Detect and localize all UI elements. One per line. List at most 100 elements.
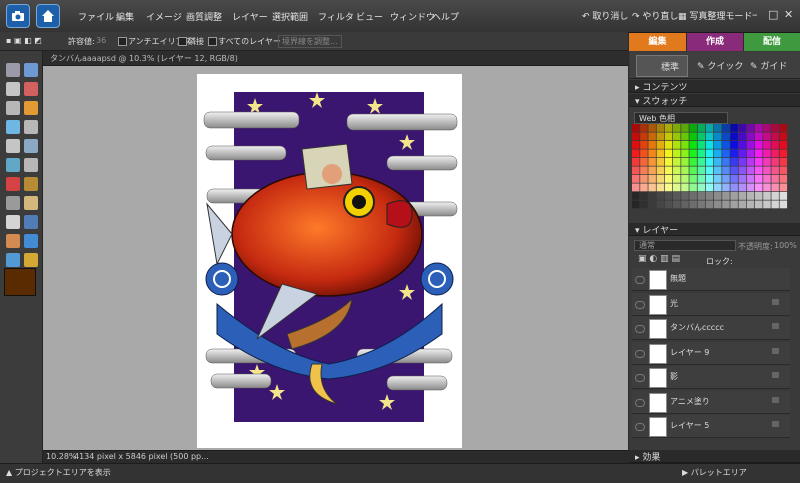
layer-tools-icons[interactable]: ▣ ◐ ▥ ▤	[638, 254, 680, 264]
menu-item-2[interactable]: イメージ	[146, 10, 182, 23]
zoom-level[interactable]: 10.28%	[46, 452, 77, 461]
menu-item-7[interactable]: ビュー	[356, 10, 383, 23]
brush-tool-icon[interactable]	[6, 215, 20, 229]
swatch-cell	[714, 192, 722, 200]
blend-mode-select[interactable]: 通常	[634, 240, 736, 251]
swatches-panel-header[interactable]: ▾ スウォッチ	[629, 94, 800, 107]
swatch-cell	[755, 158, 763, 166]
visibility-eye-icon[interactable]	[635, 325, 645, 333]
visibility-eye-icon[interactable]	[635, 374, 645, 382]
palette-bin-toggle[interactable]: ▶ パレットエリア	[682, 467, 747, 478]
spot-healing-tool-icon[interactable]	[24, 177, 38, 191]
layer-row[interactable]: レイヤー 5	[632, 415, 790, 438]
layer-thumbnail	[649, 319, 667, 339]
home-icon[interactable]	[36, 4, 60, 28]
swatch-cell	[673, 149, 681, 158]
layers-panel-header[interactable]: ▾ レイヤー	[629, 223, 800, 236]
swatch-cell	[664, 183, 673, 192]
swatch-cell	[771, 132, 779, 141]
layer-row[interactable]: タンバんccccc	[632, 317, 790, 340]
layer-thumbnail	[649, 392, 667, 413]
layer-row[interactable]: 光	[632, 292, 790, 316]
hand-tool-icon[interactable]	[6, 82, 20, 96]
menu-item-4[interactable]: レイヤー	[232, 10, 268, 23]
swatch-cell	[648, 158, 656, 166]
effects-panel-header[interactable]: ▸ 効果	[629, 450, 800, 463]
swatch-set-select[interactable]: Web 色相	[634, 112, 728, 124]
menu-item-1[interactable]: 編集	[116, 10, 134, 23]
red-eye-tool-icon[interactable]	[6, 177, 20, 191]
document-info[interactable]: 4134 pixel x 5846 pixel (500 pp...	[74, 452, 209, 461]
swatch-cell	[714, 141, 722, 149]
mode-guided-button[interactable]: ✎ ガイド	[750, 59, 787, 72]
layer-name: 無題	[670, 274, 686, 283]
zoom-tool-icon[interactable]	[24, 63, 38, 77]
sponge-tool-icon[interactable]	[24, 253, 38, 267]
swatch-cell	[738, 158, 747, 166]
cookie-cutter-tool-icon[interactable]	[6, 158, 20, 172]
undo-button[interactable]: ↶ 取り消し	[582, 9, 628, 22]
visibility-eye-icon[interactable]	[635, 398, 645, 407]
visibility-eye-icon[interactable]	[635, 423, 645, 431]
swatch-cell	[722, 158, 730, 166]
tab-create[interactable]: 作成	[687, 33, 743, 51]
menu-item-8[interactable]: ウィンドウ	[390, 10, 435, 23]
marquee-tool-icon[interactable]	[6, 101, 20, 115]
visibility-eye-icon[interactable]	[635, 349, 645, 358]
visibility-eye-icon[interactable]	[635, 300, 645, 309]
swatch-grid[interactable]	[632, 124, 790, 210]
swatch-cell	[779, 183, 788, 192]
layer-thumbnail	[649, 343, 667, 364]
text-tool-icon[interactable]	[6, 139, 20, 153]
opacity-value[interactable]: 100%	[774, 241, 797, 250]
tolerance-value[interactable]: 36	[96, 36, 106, 45]
antialias-checkbox[interactable]	[118, 37, 127, 46]
artboard[interactable]	[197, 74, 462, 448]
swatch-cell	[705, 166, 714, 175]
menu-item-6[interactable]: フィルタ	[318, 10, 354, 23]
layer-row[interactable]: 影	[632, 366, 790, 389]
eraser-tool-icon[interactable]	[24, 196, 38, 210]
magic-wand-tool-icon[interactable]	[6, 120, 20, 134]
crop-tool-icon[interactable]	[24, 120, 38, 134]
recompose-tool-icon[interactable]	[24, 158, 38, 172]
lock-icon	[772, 347, 779, 354]
visibility-eye-icon[interactable]	[635, 276, 645, 284]
clone-stamp-tool-icon[interactable]	[6, 196, 20, 210]
paint-bucket-tool-icon[interactable]	[24, 215, 38, 229]
all-layers-checkbox[interactable]	[208, 37, 217, 46]
maximize-button[interactable]: □	[768, 8, 778, 21]
menu-item-3[interactable]: 画質調整	[186, 10, 222, 23]
contiguous-checkbox[interactable]	[178, 37, 187, 46]
straighten-tool-icon[interactable]	[24, 139, 38, 153]
swatch-cell	[648, 183, 656, 192]
lasso-tool-icon[interactable]	[24, 101, 38, 115]
minimize-button[interactable]: –	[752, 8, 758, 21]
tolerance-label: 許容値:	[68, 37, 95, 46]
eyedropper-tool-icon[interactable]	[24, 82, 38, 96]
blur-tool-icon[interactable]	[6, 253, 20, 267]
swatch-cell	[697, 192, 706, 200]
organizer-button[interactable]: ▦ 写真整理モード	[678, 9, 752, 22]
layer-row[interactable]: 無題	[632, 268, 790, 291]
selection-mode-icons[interactable]: ▪ ▣ ◧ ◩	[6, 36, 42, 45]
project-bin-toggle[interactable]: ▲ プロジェクトエリアを表示	[6, 467, 111, 478]
shape-tool-icon[interactable]	[24, 234, 38, 248]
layer-row[interactable]: アニメ塗り	[632, 390, 790, 414]
foreground-color-swatch[interactable]	[4, 268, 36, 296]
refine-edge-button[interactable]: 境界線を調整...	[278, 35, 342, 48]
camera-app-icon[interactable]	[6, 4, 30, 28]
tab-edit[interactable]: 編集	[629, 33, 686, 51]
layer-row[interactable]: レイヤー 9	[632, 341, 790, 365]
mode-quick-button[interactable]: ✎ クイック	[697, 59, 743, 72]
move-tool-icon[interactable]	[6, 63, 20, 77]
close-icon[interactable]: ✕	[784, 8, 793, 21]
gradient-tool-icon[interactable]	[6, 234, 20, 248]
menu-item-9[interactable]: ヘルプ	[432, 10, 459, 23]
mode-full-button[interactable]: 標準	[636, 55, 688, 77]
menu-item-5[interactable]: 選択範囲	[272, 10, 308, 23]
redo-button[interactable]: ↷ やり直し	[632, 9, 678, 22]
tab-share[interactable]: 配信	[744, 33, 800, 51]
content-panel-header[interactable]: ▸ コンテンツ	[629, 80, 800, 93]
menu-item-0[interactable]: ファイル	[78, 10, 114, 23]
